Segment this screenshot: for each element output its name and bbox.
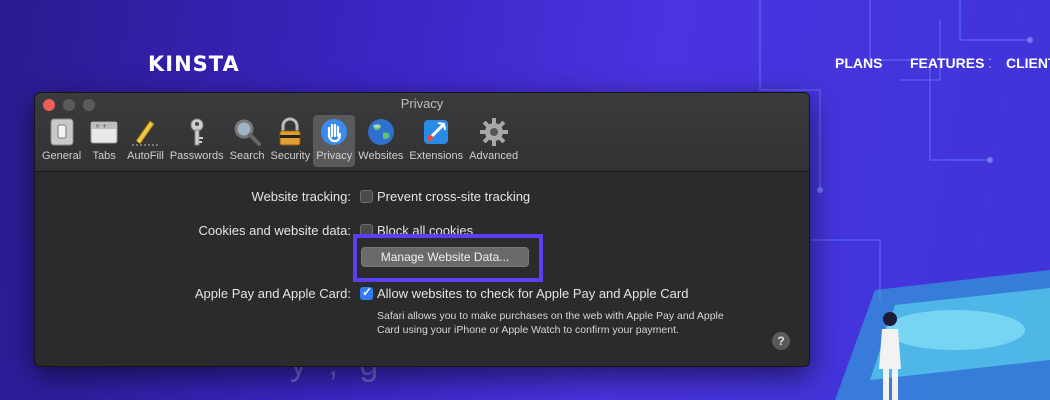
- tab-websites-label: Websites: [358, 150, 404, 162]
- help-button[interactable]: ?: [772, 332, 790, 350]
- key-icon: [180, 115, 214, 149]
- apple-pay-checkbox[interactable]: [360, 285, 373, 300]
- highlight-box: [353, 234, 543, 282]
- tab-general[interactable]: General: [39, 115, 84, 167]
- pencil-icon: [128, 115, 162, 149]
- tab-advanced[interactable]: Advanced: [466, 115, 521, 167]
- kinsta-logo[interactable]: KINSTA: [148, 52, 240, 76]
- nav-separator-icon: ⁚: [988, 56, 993, 71]
- background-platform-illustration: [835, 270, 1050, 400]
- general-switch-icon: [45, 115, 79, 149]
- privacy-pane: Website tracking: Prevent cross-site tra…: [35, 172, 809, 366]
- window-title: Privacy: [400, 96, 444, 111]
- puzzle-icon: [419, 115, 453, 149]
- privacy-preferences-window: Privacy General × + Tabs AutoFill Passwo…: [34, 92, 810, 367]
- tab-general-label: General: [42, 150, 82, 162]
- prevent-tracking-option[interactable]: Prevent cross-site tracking: [377, 189, 530, 204]
- magnifier-icon: [230, 115, 264, 149]
- tab-search[interactable]: Search: [227, 115, 268, 167]
- window-titlebar: Privacy General × + Tabs AutoFill Passwo…: [35, 93, 809, 172]
- preferences-toolbar: General × + Tabs AutoFill Passwords Sear…: [39, 115, 521, 167]
- tab-privacy-label: Privacy: [316, 150, 353, 162]
- website-tracking-label: Website tracking:: [251, 189, 351, 204]
- person-illustration: [879, 312, 901, 400]
- prevent-tracking-checkbox[interactable]: [360, 190, 373, 203]
- apple-pay-label: Apple Pay and Apple Card:: [194, 286, 351, 301]
- apple-pay-option[interactable]: Allow websites to check for Apple Pay an…: [377, 286, 688, 301]
- tab-security[interactable]: Security: [267, 115, 313, 167]
- tab-autofill-label: AutoFill: [127, 150, 164, 162]
- apple-pay-note: Safari allows you to make purchases on t…: [377, 310, 724, 336]
- tab-extensions-label: Extensions: [409, 150, 464, 162]
- svg-text:× +: × +: [95, 123, 107, 130]
- cookies-label: Cookies and website data:: [198, 223, 351, 238]
- tab-search-label: Search: [229, 150, 265, 162]
- lock-icon: [273, 115, 307, 149]
- tab-privacy[interactable]: Privacy: [313, 115, 356, 167]
- tab-passwords[interactable]: Passwords: [167, 115, 227, 167]
- nav-plans[interactable]: PLANS: [835, 55, 882, 71]
- tab-extensions[interactable]: Extensions: [406, 115, 466, 167]
- nav-features[interactable]: FEATURES: [910, 55, 984, 71]
- tabs-icon: × +: [87, 115, 121, 149]
- globe-icon: [364, 115, 398, 149]
- nav-clients[interactable]: CLIENT: [1006, 55, 1050, 71]
- tab-websites[interactable]: Websites: [355, 115, 406, 167]
- tab-tabs-label: Tabs: [92, 150, 116, 162]
- gear-icon: [477, 115, 511, 149]
- tab-advanced-label: Advanced: [469, 150, 519, 162]
- tab-autofill[interactable]: AutoFill: [124, 115, 167, 167]
- tab-passwords-label: Passwords: [169, 150, 224, 162]
- tab-tabs[interactable]: × + Tabs: [84, 115, 124, 167]
- hand-icon: [317, 115, 351, 149]
- tab-security-label: Security: [270, 150, 311, 162]
